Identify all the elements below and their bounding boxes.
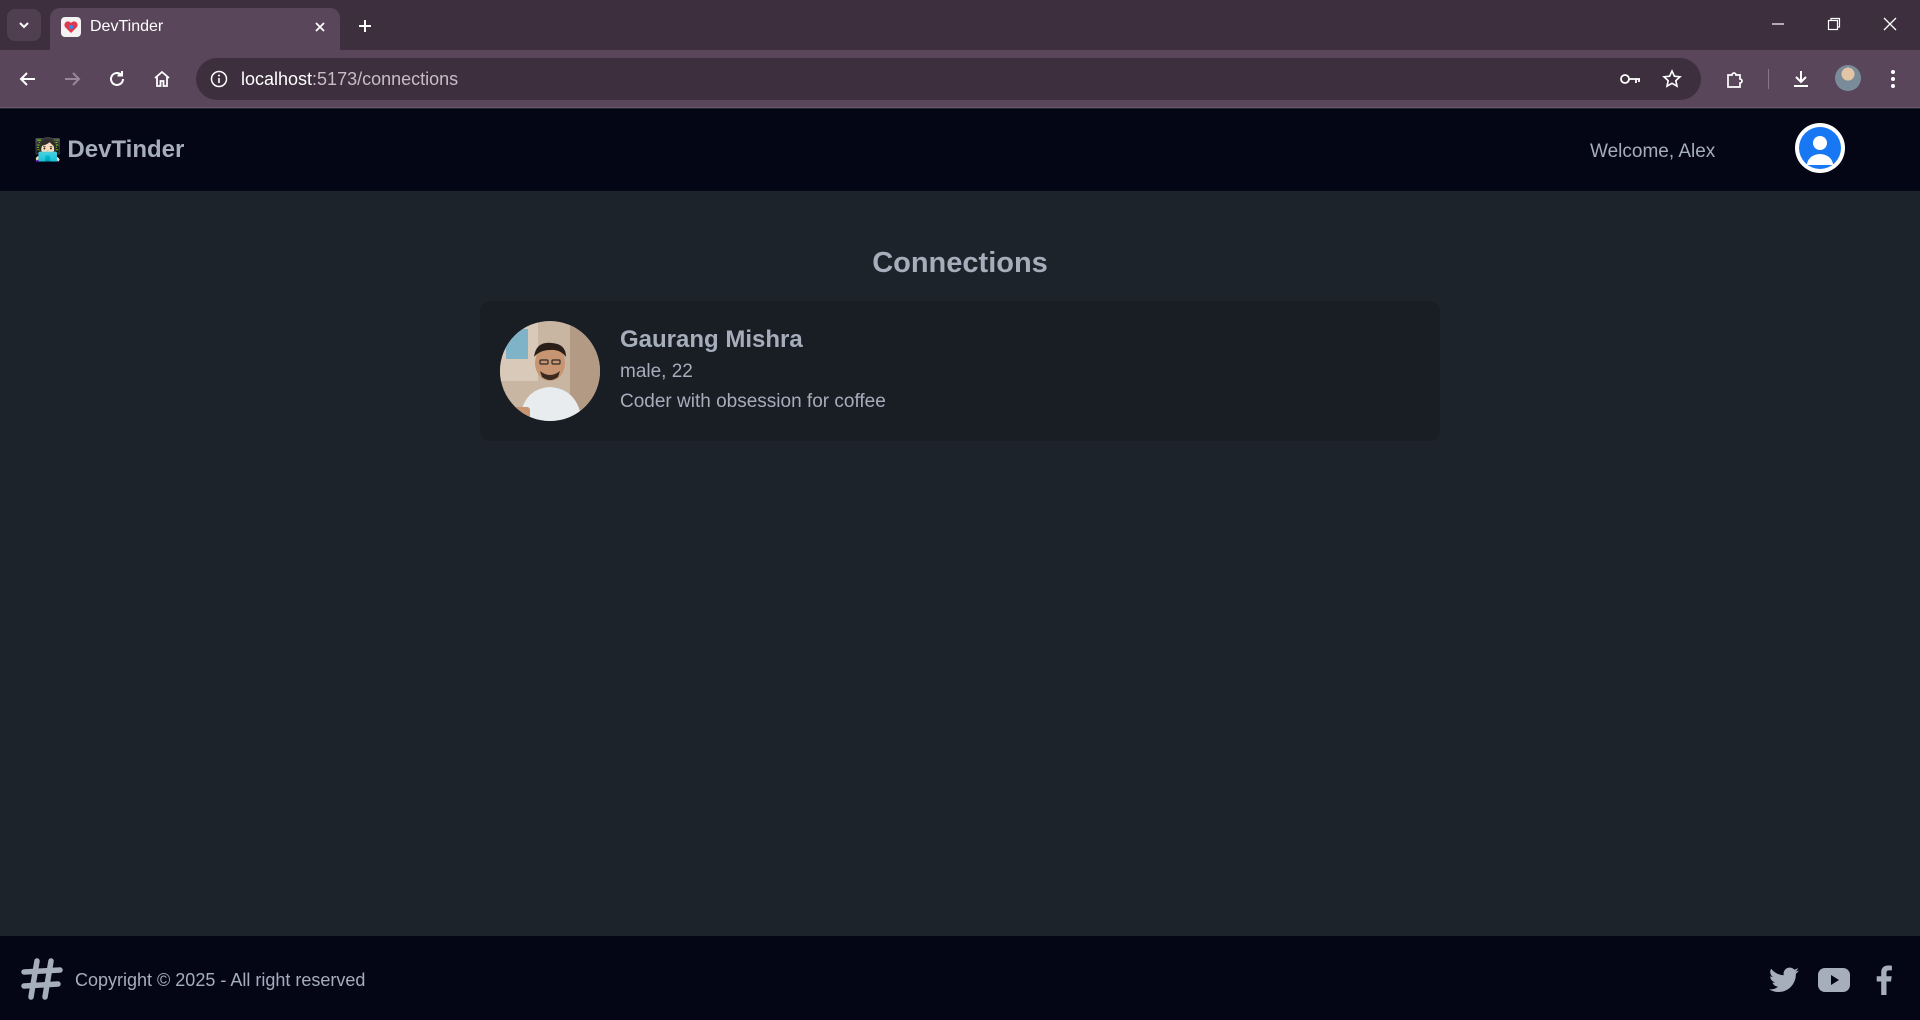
browser-tab-strip: DevTinder xyxy=(0,0,1920,50)
downloads-icon[interactable] xyxy=(1785,63,1817,95)
browser-tab-devtinder[interactable]: DevTinder xyxy=(50,8,340,50)
arrow-left-icon xyxy=(19,72,35,86)
reload-icon xyxy=(110,71,124,86)
close-window-button[interactable] xyxy=(1862,0,1918,48)
browser-profile-avatar[interactable] xyxy=(1835,65,1861,91)
restore-icon xyxy=(1827,17,1841,31)
tab-title: DevTinder xyxy=(90,18,164,35)
minimize-window-button[interactable] xyxy=(1750,0,1806,48)
user-avatar-icon xyxy=(1799,127,1841,169)
page-title: Connections xyxy=(872,247,1048,279)
app-navbar: 👩🏻‍💻 DevTinder Welcome, Alex xyxy=(0,109,1920,191)
url-path: :5173/connections xyxy=(312,69,459,89)
back-button[interactable] xyxy=(12,63,44,95)
copyright-text: Copyright © 2025 - All right reserved xyxy=(75,970,366,990)
new-tab-button[interactable] xyxy=(350,11,380,41)
password-key-icon[interactable] xyxy=(1616,64,1646,94)
chevron-down-icon xyxy=(19,22,29,29)
url-text: localhost:5173/connections xyxy=(241,69,458,89)
connection-photo xyxy=(500,321,600,421)
minimize-icon xyxy=(1772,23,1784,25)
home-button[interactable] xyxy=(146,63,178,95)
browser-menu-icon[interactable] xyxy=(1877,63,1909,95)
twitter-link[interactable] xyxy=(1768,964,1800,996)
welcome-text: Welcome, Alex xyxy=(1590,141,1716,162)
facebook-link[interactable] xyxy=(1868,964,1900,996)
bookmark-star-icon[interactable] xyxy=(1657,64,1687,94)
twitter-icon xyxy=(1769,967,1799,992)
facebook-icon xyxy=(1876,965,1892,995)
browser-toolbar: localhost:5173/connections xyxy=(0,50,1920,108)
arrow-right-icon xyxy=(65,72,81,86)
brand-name: DevTinder xyxy=(67,136,185,163)
brand-link[interactable]: 👩🏻‍💻 DevTinder xyxy=(34,137,184,163)
technologist-emoji-icon: 👩🏻‍💻 xyxy=(34,137,62,162)
forward-button[interactable] xyxy=(56,63,88,95)
main-content: Connections Gaurang Mishra male, 22 Code… xyxy=(0,191,1920,936)
toolbar-separator xyxy=(1768,69,1769,89)
extensions-puzzle-icon[interactable] xyxy=(1719,63,1751,95)
youtube-icon xyxy=(1818,968,1850,992)
youtube-link[interactable] xyxy=(1818,964,1850,996)
app-footer: Copyright © 2025 - All right reserved xyxy=(0,936,1920,1020)
reload-button[interactable] xyxy=(101,63,133,95)
connection-name: Gaurang Mishra xyxy=(620,326,803,353)
connection-gender-age: male, 22 xyxy=(620,361,693,382)
heart-favicon-icon xyxy=(61,17,81,37)
home-icon xyxy=(154,70,170,87)
user-avatar-button[interactable] xyxy=(1795,123,1845,173)
url-host: localhost xyxy=(241,69,313,89)
connection-about: Coder with obsession for coffee xyxy=(620,391,886,412)
tab-search-button[interactable] xyxy=(7,9,41,41)
site-info-icon[interactable] xyxy=(204,64,234,94)
close-tab-icon[interactable] xyxy=(308,15,332,39)
close-icon xyxy=(1883,17,1897,31)
address-bar[interactable]: localhost:5173/connections xyxy=(196,58,1701,100)
plus-icon xyxy=(359,20,371,32)
restore-window-button[interactable] xyxy=(1806,0,1862,48)
connection-card: Gaurang Mishra male, 22 Coder with obses… xyxy=(480,301,1440,441)
hashtag-logo-icon xyxy=(21,958,63,1000)
